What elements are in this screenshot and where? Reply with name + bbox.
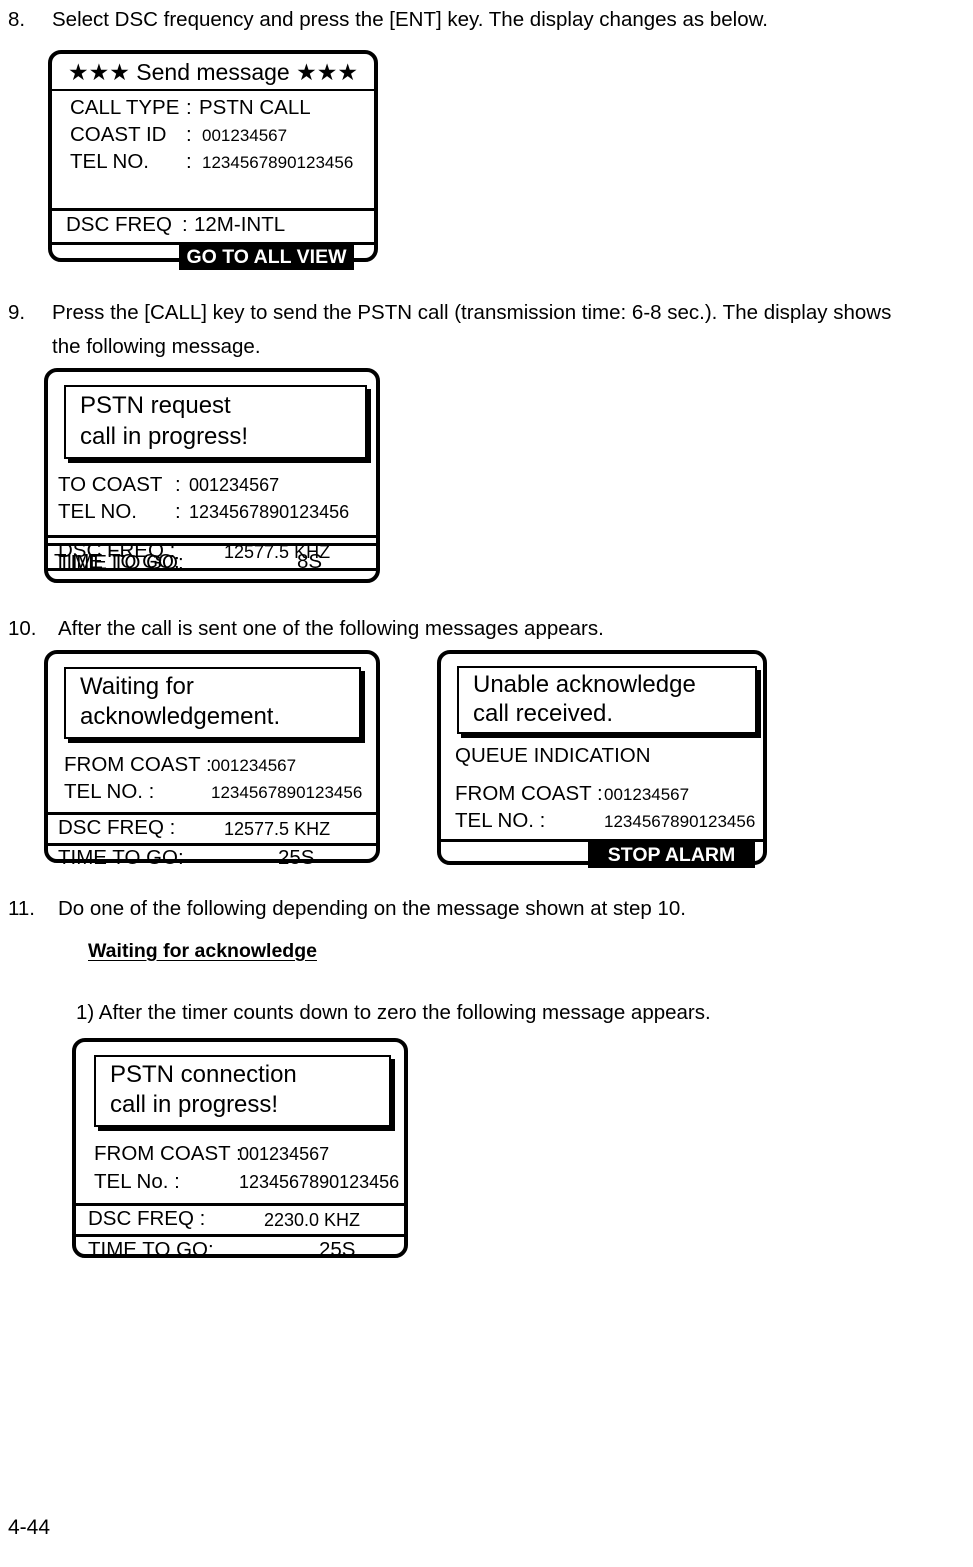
waiting-ack-timer-label: TIME TO GO: — [58, 846, 184, 869]
coast-id-colon: : — [186, 123, 192, 146]
step-10-number: 10. — [8, 617, 37, 640]
substep-1-text: 1) After the timer counts down to zero t… — [76, 1001, 711, 1024]
pstn-connection-message-box: PSTN connection call in progress! — [94, 1055, 391, 1127]
waiting-ack-message-line1: Waiting for — [80, 673, 194, 700]
step-10-text: After the call is sent one of the follow… — [58, 617, 604, 640]
unable-ack-coast-label: FROM COAST : — [455, 782, 603, 805]
step-11-number: 11. — [8, 897, 35, 920]
pstn-request-message-line2: call in progress! — [80, 423, 249, 450]
page-number: 4-44 — [8, 1516, 51, 1539]
waiting-ack-coast-value: 001234567 — [211, 756, 297, 775]
lcd-panel-pstn-connection: PSTN connection call in progress! FROM C… — [72, 1038, 408, 1261]
pstn-connection-coast-value: 001234567 — [239, 1144, 330, 1164]
pstn-request-timer-label-bottom: TIME TO GO: — [54, 550, 180, 573]
step-9-text-line2: the following message. — [52, 335, 261, 358]
waiting-ack-message-box: Waiting for acknowledgement. — [64, 667, 361, 739]
to-coast-value: 001234567 — [189, 475, 280, 495]
step-9-text-line1: Press the [CALL] key to send the PSTN ca… — [52, 301, 892, 324]
pstn-request-timer-divider — [48, 543, 376, 546]
tel-no-label: TEL NO. — [70, 150, 149, 173]
pstn-connection-divider-timer — [76, 1234, 404, 1237]
step-8-text: Select DSC frequency and press the [ENT]… — [52, 8, 768, 31]
step-9-number: 9. — [8, 301, 26, 324]
to-coast-label: TO COAST — [58, 473, 163, 496]
pstn-connection-tel-label: TEL No. : — [94, 1170, 180, 1193]
dsc-freq-colon: : — [182, 213, 188, 236]
unable-ack-message-line2: call received. — [473, 700, 614, 727]
unable-ack-coast-value: 001234567 — [604, 785, 690, 804]
call-type-value: PSTN CALL — [199, 96, 311, 119]
queue-indication-label: QUEUE INDICATION — [455, 744, 651, 767]
pstn-connection-timer-label: TIME TO GO: — [88, 1238, 214, 1261]
unable-ack-tel-value: 1234567890123456 — [604, 812, 756, 831]
waiting-ack-coast-label: FROM COAST : — [64, 753, 212, 776]
pstn-request-timer-value: 8S — [297, 550, 323, 573]
pstn-connection-freq-label: DSC FREQ : — [88, 1207, 206, 1230]
pstn-request-message-box: PSTN request call in progress! — [64, 385, 367, 459]
pstn-request-message-line1: PSTN request — [80, 392, 231, 419]
coast-id-value: 001234567 — [202, 126, 288, 145]
waiting-ack-message-line2: acknowledgement. — [80, 703, 281, 730]
pstn-connection-freq-value: 2230.0 KHZ — [264, 1210, 361, 1230]
pstn-connection-message-line2: call in progress! — [110, 1091, 279, 1118]
pstn-request-divider-freq — [48, 535, 376, 538]
send-message-title: ★★★ Send message ★★★ — [52, 58, 374, 91]
lcd-panel-waiting-ack: Waiting for acknowledgement. FROM COAST … — [44, 650, 380, 869]
coast-id-label: COAST ID — [70, 123, 167, 146]
pstn-connection-coast-label: FROM COAST : — [94, 1142, 242, 1165]
go-to-all-view-button[interactable]: GO TO ALL VIEW — [179, 244, 354, 270]
waiting-ack-divider-freq — [48, 812, 376, 815]
pstn-connection-timer-value: 25S — [319, 1238, 356, 1261]
pstn-connection-tel-value: 1234567890123456 — [239, 1172, 400, 1192]
waiting-ack-timer-value: 25S — [278, 846, 315, 869]
unable-ack-tel-label: TEL NO. : — [455, 809, 546, 832]
pstn-request-tel-value: 1234567890123456 — [189, 502, 350, 522]
lcd-panel-send-message: ★★★ Send message ★★★ CALL TYPE : PSTN CA… — [48, 50, 378, 270]
tel-no-colon: : — [186, 150, 192, 173]
dsc-freq-label: DSC FREQ — [66, 213, 172, 236]
waiting-ack-tel-label: TEL NO. : — [64, 780, 155, 803]
divider-above-freq — [52, 208, 374, 211]
stop-alarm-button[interactable]: STOP ALARM — [588, 842, 755, 868]
call-type-colon: : — [186, 96, 192, 119]
dsc-freq-value: 12M-INTL — [194, 213, 286, 236]
waiting-ack-freq-label: DSC FREQ : — [58, 816, 176, 839]
waiting-for-acknowledge-heading: Waiting for acknowledge — [88, 940, 317, 962]
pstn-request-tel-label: TEL NO. — [58, 500, 137, 523]
pstn-connection-divider-freq — [76, 1203, 404, 1206]
waiting-ack-tel-value: 1234567890123456 — [211, 783, 363, 802]
waiting-ack-freq-value: 12577.5 KHZ — [224, 819, 331, 839]
pstn-request-tel-colon: : — [175, 500, 181, 523]
pstn-connection-message-line1: PSTN connection — [110, 1061, 297, 1088]
lcd-panel-unable-ack: Unable acknowledge call received. QUEUE … — [437, 650, 767, 868]
unable-ack-message-box: Unable acknowledge call received. — [457, 666, 757, 734]
call-type-label: CALL TYPE — [70, 96, 180, 119]
tel-no-value: 1234567890123456 — [202, 153, 354, 172]
to-coast-colon: : — [175, 473, 181, 496]
step-8-number: 8. — [8, 8, 26, 31]
step-11-text: Do one of the following depending on the… — [58, 897, 686, 920]
unable-ack-message-line1: Unable acknowledge — [473, 671, 696, 698]
